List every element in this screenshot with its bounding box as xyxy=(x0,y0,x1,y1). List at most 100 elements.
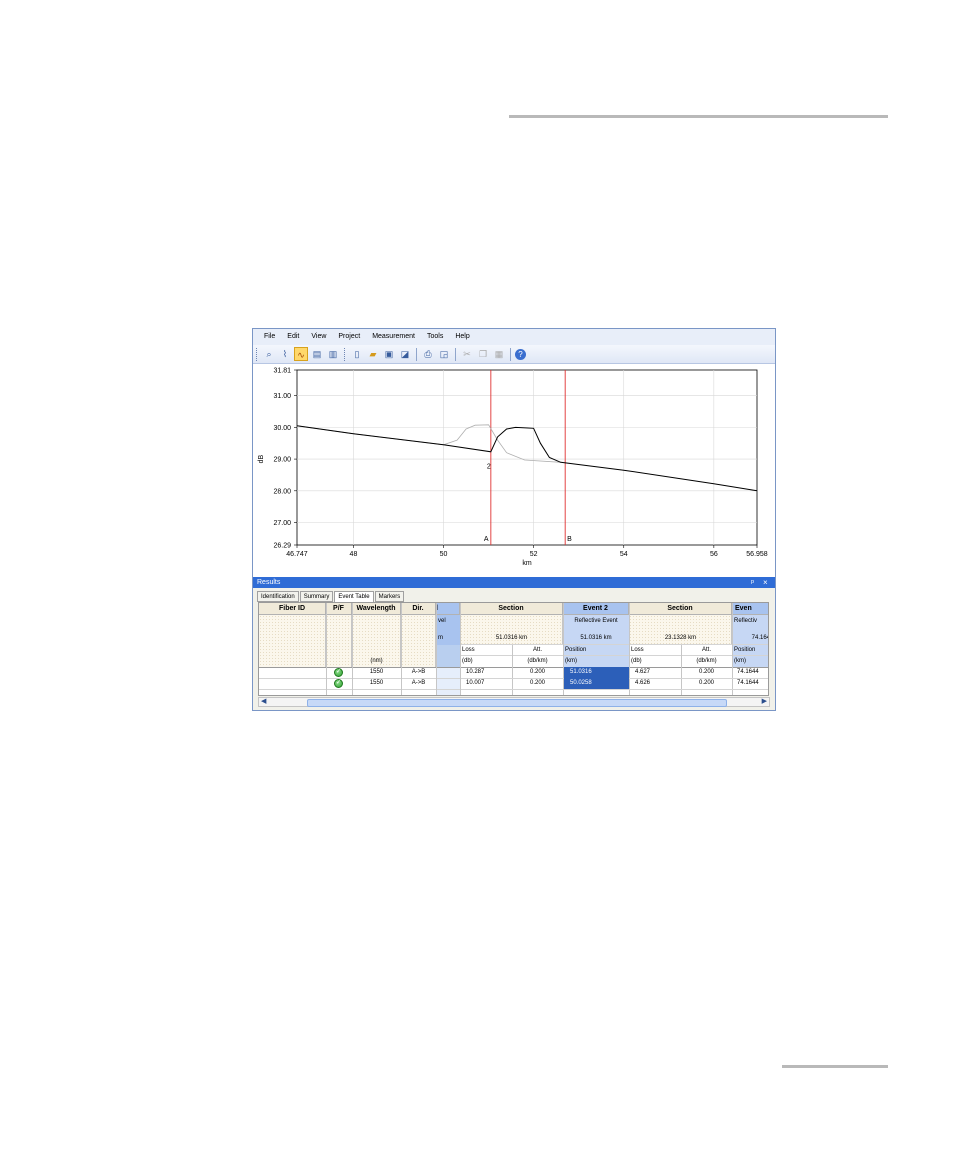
results-title: Results xyxy=(257,579,281,586)
row-2-event-3-position: 74.1644 xyxy=(737,680,759,686)
event-table: Fiber ID P/F Wavelength Dir. l Section E… xyxy=(258,602,769,696)
pass-icon: ✓ xyxy=(334,679,343,688)
y-tick-label: 26.29 xyxy=(273,543,291,550)
col-header-event-3[interactable]: Even xyxy=(732,603,768,615)
row-1-event-2-position[interactable]: 51.0316 xyxy=(564,667,629,678)
toolbar-separator xyxy=(455,347,456,361)
marker-a-label: A xyxy=(484,536,489,543)
row-2-event-2-position[interactable]: 50.0258 xyxy=(564,678,629,689)
partial-subheader-1: vel xyxy=(438,618,446,624)
menu-measurement[interactable]: Measurement xyxy=(366,329,421,345)
col-header-partial[interactable]: l xyxy=(436,603,460,615)
partial-subheader-fill xyxy=(436,645,460,667)
scroll-thumb[interactable] xyxy=(307,699,727,707)
cut-icon[interactable]: ✂ xyxy=(460,347,474,361)
toolbar: ⌕ ⌇ ∿ ▤ ▥ ▯ ▰ ▣ ◪ ⎙ ◲ ✂ ❐ ▦ ? xyxy=(253,345,775,364)
row-2-section-2-att: 0.200 xyxy=(698,680,714,686)
section-1-loss-unit: (db) xyxy=(462,658,473,664)
row-2-wavelength: 1550 xyxy=(369,680,384,686)
horizontal-scrollbar[interactable]: ◀ ▶ xyxy=(258,697,770,707)
col-header-event-2[interactable]: Event 2 xyxy=(563,603,629,615)
otdr-trace-chart[interactable]: 31.81 31.00 30.00 29.00 28.00 27.00 26.29 46.74… xyxy=(253,364,775,576)
y-tick-label: 29.00 xyxy=(273,457,291,464)
x-tick-label: 46.747 xyxy=(286,551,308,558)
toolbar-separator xyxy=(510,347,511,361)
y-tick-label: 31.00 xyxy=(273,393,291,400)
x-tick-label: 56 xyxy=(710,551,718,558)
scroll-right-icon[interactable]: ▶ xyxy=(762,697,767,705)
header-rule xyxy=(509,115,888,118)
results-panel: Results ᵖ × Identification Summary Event… xyxy=(253,577,775,710)
scroll-left-icon[interactable]: ◀ xyxy=(261,697,266,705)
x-axis-label: km xyxy=(522,560,532,567)
row-2-section-2-loss: 4.626 xyxy=(635,680,651,686)
divider xyxy=(460,603,461,695)
col-header-section-2[interactable]: Section xyxy=(629,603,732,615)
row-1-section-1-loss: 10.287 xyxy=(466,669,485,675)
section-2-length: 23.1328 km xyxy=(664,635,697,641)
row-2-section-1-att: 0.200 xyxy=(529,680,545,686)
col-header-section-1[interactable]: Section xyxy=(460,603,563,615)
row-1-wavelength: 1550 xyxy=(369,669,384,675)
pin-icon[interactable]: ᵖ xyxy=(751,577,754,588)
col-header-wavelength[interactable]: Wavelength xyxy=(352,603,401,615)
x-tick-label: 52 xyxy=(530,551,538,558)
trace-active-icon[interactable]: ∿ xyxy=(294,347,308,361)
toolbar-grip[interactable] xyxy=(256,347,259,361)
menu-file[interactable]: File xyxy=(253,329,281,345)
print-preview-icon[interactable]: ◲ xyxy=(437,347,451,361)
copy-icon[interactable]: ❐ xyxy=(476,347,490,361)
divider xyxy=(326,603,327,695)
save-icon[interactable]: ▣ xyxy=(382,347,396,361)
row-1-section-2-att: 0.200 xyxy=(698,669,714,675)
row-2-section-1-loss: 10.007 xyxy=(466,680,485,686)
application-window: File Edit View Project Measurement Tools… xyxy=(252,328,776,711)
section-2-att-unit: (db/km) xyxy=(696,658,717,664)
trace-icon[interactable]: ⌇ xyxy=(278,347,292,361)
tab-summary[interactable]: Summary xyxy=(299,591,334,602)
menu-view[interactable]: View xyxy=(305,329,332,345)
menu-help[interactable]: Help xyxy=(449,329,475,345)
close-icon[interactable]: × xyxy=(763,577,768,588)
tab-markers[interactable]: Markers xyxy=(374,591,405,602)
results-tabs: Identification Summary Event Table Marke… xyxy=(257,591,405,603)
event-2-position-header: 51.0316 km xyxy=(580,635,612,641)
row-1-section-1-att: 0.200 xyxy=(529,669,545,675)
section-1-att-unit: (db/km) xyxy=(527,658,548,664)
event-3-position-unit: (km) xyxy=(734,658,746,664)
col-header-fiber-id[interactable]: Fiber ID xyxy=(259,603,326,615)
row-1-dir: A->B xyxy=(411,669,426,675)
page-icon[interactable]: ▤ xyxy=(310,347,324,361)
event-3-type: Reflectiv xyxy=(734,618,758,624)
divider xyxy=(401,603,402,695)
toolbar-grip-2[interactable] xyxy=(344,347,347,361)
marker-b-label: B xyxy=(567,536,572,543)
tab-identification[interactable]: Identification xyxy=(257,591,299,602)
print-icon[interactable]: ⎙ xyxy=(421,347,435,361)
y-tick-label: 28.00 xyxy=(273,488,291,495)
col-header-dir[interactable]: Dir. xyxy=(401,603,436,615)
footer-rule xyxy=(782,1065,888,1068)
help-icon[interactable]: ? xyxy=(515,348,526,360)
x-tick-label: 50 xyxy=(440,551,448,558)
y-axis-label: dB xyxy=(258,454,265,463)
toolbar-separator xyxy=(416,347,417,361)
event-2-type: Reflective Event xyxy=(574,618,618,624)
menu-edit[interactable]: Edit xyxy=(281,329,305,345)
paste-icon[interactable]: ▦ xyxy=(492,347,506,361)
divider xyxy=(460,644,768,645)
trace-graph[interactable]: 31.81 31.00 30.00 29.00 28.00 27.00 26.2946.74… xyxy=(253,364,775,576)
col-header-pf[interactable]: P/F xyxy=(326,603,352,615)
plot-frame xyxy=(296,369,758,546)
new-icon[interactable]: ▯ xyxy=(350,347,364,361)
page2-icon[interactable]: ▥ xyxy=(326,347,340,361)
pass-icon: ✓ xyxy=(334,668,343,677)
divider xyxy=(259,689,768,690)
zoom-icon[interactable]: ⌕ xyxy=(262,347,276,361)
menu-project[interactable]: Project xyxy=(332,329,366,345)
open-icon[interactable]: ▰ xyxy=(366,347,380,361)
menu-tools[interactable]: Tools xyxy=(421,329,449,345)
event-3-position-header: 74.164 xyxy=(751,635,769,641)
save-all-icon[interactable]: ◪ xyxy=(398,347,412,361)
y-tick-label: 31.81 xyxy=(273,368,291,375)
